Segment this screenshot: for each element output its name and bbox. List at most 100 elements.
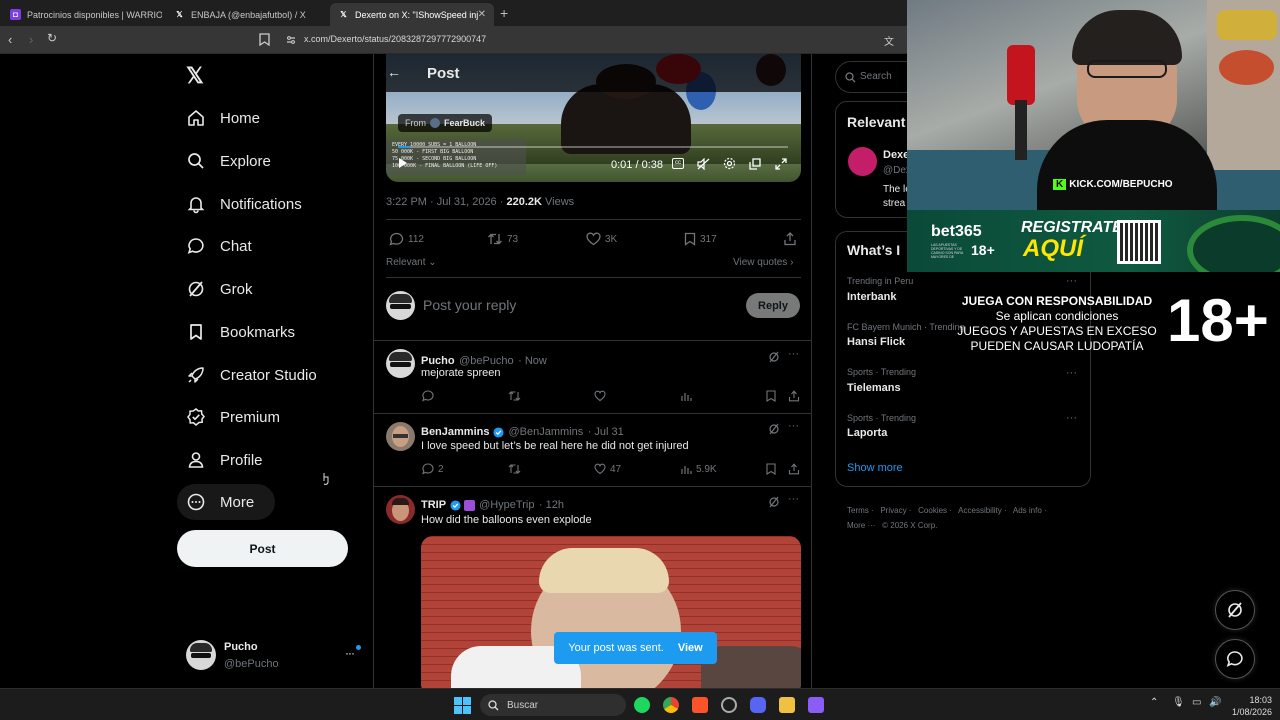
more-options-icon[interactable]: ··· [788, 348, 799, 360]
app-icon[interactable] [808, 697, 824, 713]
fullscreen-icon[interactable] [775, 158, 787, 170]
nav-explore[interactable]: Explore [186, 146, 271, 176]
nav-chat[interactable]: Chat [186, 231, 252, 261]
microphone-icon[interactable]: 🎙 [1172, 697, 1185, 708]
grok-icon[interactable] [768, 496, 780, 508]
show-more-link[interactable]: Show more [847, 462, 903, 474]
file-explorer-icon[interactable] [779, 697, 795, 713]
search-input[interactable]: Search [860, 71, 892, 82]
nav-profile[interactable]: Profile [186, 445, 263, 475]
volume-icon[interactable]: 🔊 [1209, 697, 1221, 708]
x-logo-icon[interactable]: 𝕏 [186, 63, 204, 89]
grok-float-button[interactable] [1215, 590, 1255, 630]
site-info-icon[interactable] [286, 35, 296, 45]
windows-start-icon[interactable] [454, 697, 471, 714]
chat-float-button[interactable] [1215, 639, 1255, 679]
close-tab-icon[interactable]: ✕ [478, 9, 486, 20]
chrome-icon[interactable] [663, 697, 679, 713]
repost-action[interactable]: 73 [487, 232, 518, 246]
more-options-icon[interactable]: ··· [788, 493, 799, 505]
trend-more-icon[interactable]: ··· [1066, 367, 1077, 379]
bookmark-page-icon[interactable] [259, 33, 270, 46]
nav-bookmarks[interactable]: Bookmarks [186, 317, 295, 347]
like-action[interactable]: 47 [594, 463, 621, 475]
views-icon[interactable] [680, 390, 692, 402]
trend-name[interactable]: Hansi Flick [847, 336, 905, 348]
nav-home[interactable]: Home [186, 103, 260, 133]
nav-notifications[interactable]: Notifications [186, 189, 302, 219]
brave-icon[interactable] [692, 697, 708, 713]
nav-premium[interactable]: Premium [186, 402, 280, 432]
discord-icon[interactable] [750, 697, 766, 713]
video-source-badge[interactable]: From FearBuck [398, 114, 493, 132]
back-arrow-icon[interactable]: ← [387, 64, 401, 80]
dexerto-avatar[interactable] [848, 147, 877, 176]
back-icon[interactable]: ‹ [8, 33, 12, 46]
reply-media-image[interactable] [421, 536, 801, 688]
reply-avatar[interactable] [386, 495, 415, 524]
sort-relevant[interactable]: Relevant ⌄ [386, 257, 437, 268]
new-tab-icon[interactable]: + [500, 5, 508, 21]
taskbar-search[interactable]: Buscar [480, 694, 626, 716]
reply-avatar[interactable] [386, 422, 415, 451]
share-icon[interactable] [783, 232, 797, 246]
reply-avatar[interactable] [386, 349, 415, 378]
account-avatar[interactable] [186, 640, 216, 670]
bookmark-action[interactable]: 317 [684, 232, 717, 246]
tray-chevron-icon[interactable]: ⌃ [1150, 697, 1158, 708]
more-options-icon[interactable]: ··· [788, 420, 799, 432]
toast-view-link[interactable]: View [678, 642, 703, 654]
grok-icon[interactable] [768, 423, 780, 435]
nav-more[interactable]: More [186, 487, 254, 517]
spotify-icon[interactable] [634, 697, 650, 713]
trend-name[interactable]: Tielemans [847, 382, 901, 394]
views-action[interactable]: 5.9K [680, 463, 717, 475]
trend-name[interactable]: Interbank [847, 291, 897, 303]
reply-action[interactable]: 112 [389, 232, 424, 246]
trend-more-icon[interactable]: ··· [1066, 275, 1077, 287]
video-progress-track[interactable] [398, 146, 788, 148]
trend-more-icon[interactable]: ··· [1066, 412, 1077, 424]
reply-icon[interactable] [422, 390, 434, 402]
trend-name[interactable]: Laporta [847, 427, 887, 439]
nav-creator-studio[interactable]: Creator Studio [186, 360, 317, 390]
browser-tab-active[interactable]: 𝕏 Dexerto on X: "IShowSpeed inju ✕ [330, 3, 494, 26]
footer-link[interactable]: Privacy [880, 506, 906, 515]
repost-icon[interactable] [508, 390, 521, 402]
display-icon[interactable]: ▭ [1192, 697, 1201, 708]
picture-in-picture-icon[interactable] [749, 158, 761, 170]
browser-tab[interactable]: 𝕏 ENBAJA (@enbajafutbol) / X [166, 3, 330, 26]
grok-icon[interactable] [768, 351, 780, 363]
bookmark-icon[interactable] [766, 390, 776, 402]
nav-grok[interactable]: Grok [186, 274, 253, 304]
reply-action[interactable]: 2 [422, 463, 444, 475]
forward-icon[interactable]: › [29, 33, 33, 46]
bookmark-icon[interactable] [766, 463, 776, 475]
post-button[interactable]: Post [177, 530, 348, 567]
clock[interactable]: 18:03 1/08/2026 [1226, 694, 1272, 718]
reply-input[interactable]: Post your reply [423, 297, 516, 313]
view-quotes-link[interactable]: View quotes › [733, 257, 793, 268]
relevant-name[interactable]: Dexe [883, 149, 909, 161]
browser-tab[interactable]: ◘ Patrocinios disponibles | WARRIOR M [2, 3, 162, 26]
footer-link[interactable]: Ads info [1013, 506, 1042, 515]
url-text[interactable]: x.com/Dexerto/status/2083287297772900747 [304, 34, 486, 44]
footer-link[interactable]: Cookies [918, 506, 947, 515]
account-menu-icon[interactable]: ··· [345, 646, 355, 660]
share-icon[interactable] [788, 463, 800, 475]
like-action[interactable]: 3K [586, 232, 617, 246]
share-icon[interactable] [788, 390, 800, 402]
repost-icon[interactable] [508, 463, 521, 475]
translate-icon[interactable]: 文 [884, 33, 894, 48]
heart-icon[interactable] [594, 390, 606, 402]
obs-icon[interactable] [721, 697, 737, 713]
mute-icon[interactable] [697, 158, 710, 170]
footer-link[interactable]: More ··· [847, 521, 875, 530]
reload-icon[interactable]: ↻ [47, 31, 57, 45]
reply-button[interactable]: Reply [746, 293, 800, 318]
footer-link[interactable]: Terms [847, 506, 869, 515]
captions-icon[interactable]: cc [672, 158, 684, 169]
settings-gear-icon[interactable] [723, 157, 736, 170]
footer-link[interactable]: Accessibility [958, 506, 1002, 515]
play-icon[interactable] [398, 157, 408, 169]
